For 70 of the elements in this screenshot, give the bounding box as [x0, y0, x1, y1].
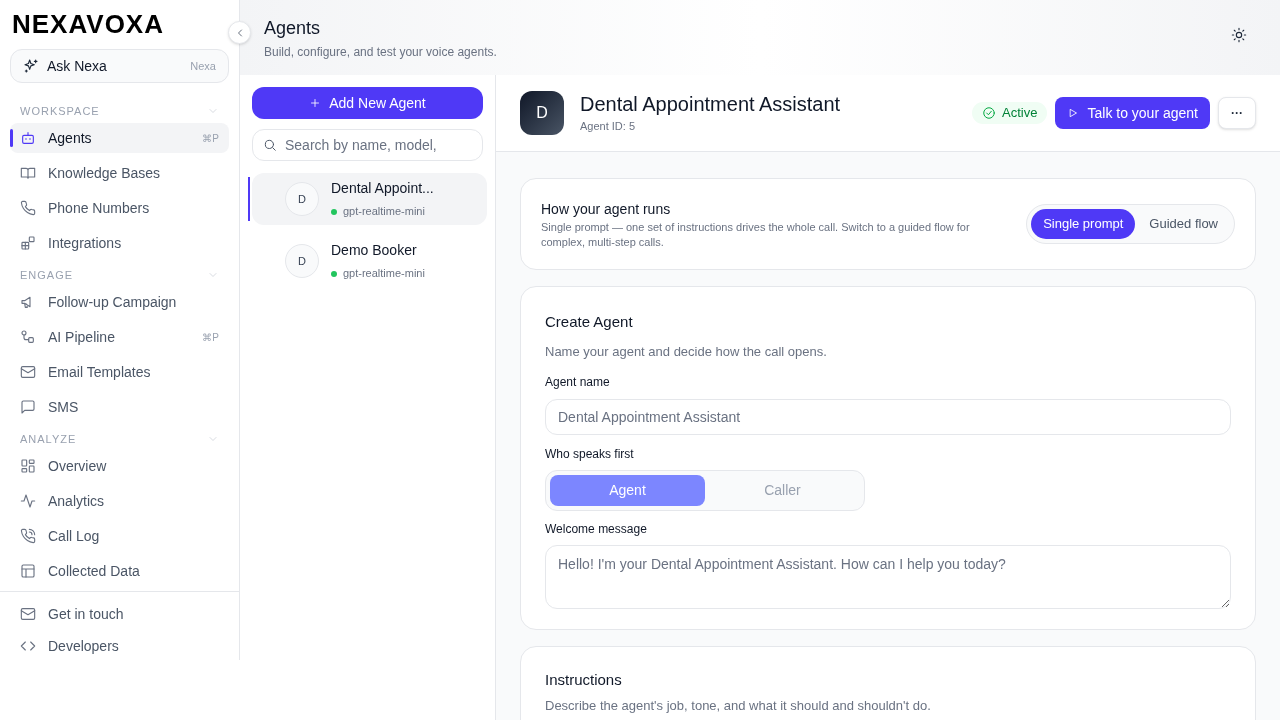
grid-icon — [20, 458, 36, 474]
card-title: Create Agent — [545, 312, 634, 332]
card-description: Single prompt — one set of instructions drives the whole call. Switch to a guided flow for complex, multi-step calls. — [541, 219, 971, 250]
agent-model: gpt-realtime-mini — [343, 204, 425, 220]
field-label: Agent name — [545, 374, 611, 391]
blocks-icon — [20, 235, 36, 251]
agent-model: gpt-realtime-mini — [343, 266, 425, 282]
nodes-icon — [20, 329, 36, 345]
sparkles-icon — [23, 58, 39, 74]
card-description: Describe the agent's job, tone, and what it should and shouldn't do. — [545, 697, 932, 714]
nav-item[interactable]: Knowledge Bases — [10, 158, 229, 188]
nav-item[interactable]: Agents ⌘P — [10, 123, 229, 153]
agent-avatar: D — [285, 244, 319, 278]
search-field[interactable]: Search by name, model, — [252, 129, 483, 161]
field-label: Who speaks first — [545, 446, 635, 463]
agent-id: Agent ID: 5 — [580, 118, 637, 134]
nav-item[interactable]: Follow-up Campaign — [10, 287, 229, 317]
nav-item[interactable]: Get in touch — [10, 600, 229, 628]
ask-nexa-button[interactable]: Ask Nexa Nexa — [10, 49, 229, 83]
pulse-icon — [20, 493, 36, 509]
play-icon — [1067, 107, 1080, 119]
nav-item[interactable]: AI Pipeline ⌘P — [10, 322, 229, 352]
check-circle-icon — [982, 106, 997, 120]
card-title: Instructions — [545, 670, 623, 690]
nav-item[interactable]: Developers — [10, 632, 229, 660]
logo: NEXAVOXA — [11, 8, 165, 38]
mail-icon — [20, 364, 36, 380]
nav-item[interactable]: Phone Numbers — [10, 193, 229, 223]
agent-name: Dental Appoint... — [331, 179, 434, 199]
add-agent-button[interactable]: Add New Agent — [252, 87, 483, 119]
page-subtitle: Build, configure, and test your voice agents. — [264, 44, 497, 61]
agent-avatar: D — [520, 91, 564, 135]
mode-option[interactable]: Guided flow — [1137, 209, 1230, 239]
talk-button[interactable]: Talk to your agent — [1055, 97, 1210, 129]
more-button[interactable]: ··· — [1218, 97, 1256, 129]
nav-item[interactable]: Email Templates — [10, 357, 229, 387]
page-title: Agents — [264, 17, 322, 40]
nav-item[interactable]: SMS — [10, 392, 229, 422]
sun-icon — [1231, 27, 1247, 43]
book-icon — [20, 165, 36, 181]
agent-list-item[interactable]: D Demo Booker gpt-realtime-mini — [252, 235, 487, 287]
table-icon — [20, 563, 36, 579]
input-field[interactable]: Hello! I'm your Dental Appointment Assistant. How can I help you today? — [545, 545, 1231, 609]
plus-icon — [309, 97, 322, 109]
chat-icon — [20, 399, 36, 415]
phone-call-icon — [20, 528, 36, 544]
section-heading: ANALYZE — [20, 431, 77, 447]
nav-item[interactable]: Integrations — [10, 228, 229, 258]
field-label: Welcome message — [545, 521, 648, 538]
nav-item[interactable]: Analytics — [10, 486, 229, 516]
section-heading: WORKSPACE — [20, 103, 100, 119]
section-heading: ENGAGE — [20, 267, 74, 283]
agent-title: Dental Appointment Assistant — [580, 91, 842, 116]
agent-list-item[interactable]: D Dental Appoint... gpt-realtime-mini — [252, 173, 487, 225]
nav-item[interactable]: Collected Data — [10, 556, 229, 586]
nav-item[interactable]: Call Log — [10, 521, 229, 551]
input-field[interactable]: Dental Appointment Assistant — [545, 399, 1231, 435]
nav-item[interactable]: Overview — [10, 451, 229, 481]
robot-icon — [20, 130, 36, 146]
status-badge: Active — [972, 102, 1048, 124]
card-description: Name your agent and decide how the call opens. — [545, 342, 828, 361]
mail-icon — [20, 606, 36, 622]
agent-name: Demo Booker — [331, 241, 418, 261]
mode-option[interactable]: Single prompt — [1031, 209, 1136, 239]
agent-avatar: D — [285, 182, 319, 216]
search-icon — [263, 138, 277, 152]
phone-icon — [20, 200, 36, 216]
card-title: How your agent runs — [541, 199, 672, 219]
code-icon — [20, 638, 36, 654]
theme-toggle[interactable] — [1230, 26, 1248, 44]
